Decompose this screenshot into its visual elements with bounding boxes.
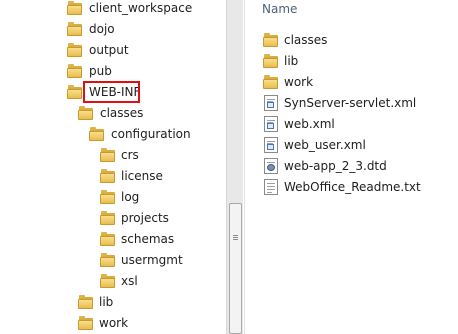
file-item-web-xml[interactable]: web.xml <box>264 114 335 134</box>
tree-item-label: usermgmt <box>121 253 183 267</box>
folder-icon <box>100 190 116 204</box>
tree-item-label: license <box>121 169 163 183</box>
tree-item-label: crs <box>121 148 139 162</box>
tree-scrollbar[interactable] <box>226 0 243 334</box>
folder-icon <box>100 232 116 246</box>
folder-icon <box>100 211 116 225</box>
tree-item-usermgmt[interactable]: usermgmt <box>100 250 183 270</box>
tree-item-label: xsl <box>121 274 138 288</box>
tree-item-label: pub <box>89 64 112 78</box>
tree-item-work[interactable]: work <box>78 313 128 333</box>
folder-icon <box>100 169 116 183</box>
name-column-header[interactable]: Name <box>262 2 297 16</box>
file-item-web-user-xml[interactable]: web_user.xml <box>264 135 366 155</box>
file-item-work[interactable]: work <box>263 72 313 92</box>
folder-icon <box>100 148 116 162</box>
tree-item-label: dojo <box>89 22 115 36</box>
xml-file-icon <box>264 95 278 111</box>
grip-line <box>233 237 238 238</box>
tree-item-license[interactable]: license <box>100 166 163 186</box>
tree-item-label: client_workspace <box>89 1 193 15</box>
tree-item-label: schemas <box>121 232 175 246</box>
scrollbar-thumb[interactable] <box>229 203 242 334</box>
file-item-synserver-servlet[interactable]: SynServer-servlet.xml <box>264 93 416 113</box>
tree-item-label: lib <box>99 295 114 309</box>
folder-icon <box>67 22 83 36</box>
file-item-label: lib <box>284 54 299 68</box>
folder-icon <box>100 274 116 288</box>
file-item-weboffice-readme[interactable]: WebOffice_Readme.txt <box>264 177 421 197</box>
file-item-label: web_user.xml <box>284 138 366 152</box>
folder-icon <box>78 295 94 309</box>
text-file-icon <box>264 179 278 195</box>
dtd-file-icon <box>264 158 278 174</box>
xml-file-icon <box>264 137 278 153</box>
file-item-label: WebOffice_Readme.txt <box>284 180 421 194</box>
tree-item-label: log <box>121 190 140 204</box>
tree-item-label: projects <box>121 211 169 225</box>
folder-icon <box>67 1 83 15</box>
tree-item-dojo[interactable]: dojo <box>67 19 115 39</box>
file-item-classes[interactable]: classes <box>263 30 327 50</box>
xml-file-icon <box>264 116 278 132</box>
file-item-web-app-dtd[interactable]: web-app_2_3.dtd <box>264 156 387 176</box>
folder-icon <box>100 253 116 267</box>
folder-tree: client_workspace dojo output pub WEB-INF… <box>0 0 226 334</box>
folder-icon <box>78 316 94 330</box>
tree-item-configuration[interactable]: configuration <box>89 124 191 144</box>
tree-item-schemas[interactable]: schemas <box>100 229 174 249</box>
tree-item-label: output <box>89 43 129 57</box>
folder-icon <box>89 127 105 141</box>
file-item-label: web.xml <box>284 117 335 131</box>
tree-item-log[interactable]: log <box>100 187 139 207</box>
folder-icon <box>78 106 94 120</box>
tree-item-crs[interactable]: crs <box>100 145 139 165</box>
highlight-box <box>83 81 140 103</box>
folder-icon <box>67 85 83 99</box>
folder-icon <box>263 54 279 68</box>
file-item-label: classes <box>284 33 328 47</box>
tree-item-client-workspace[interactable]: client_workspace <box>67 0 192 18</box>
tree-item-lib[interactable]: lib <box>78 292 113 312</box>
file-item-label: work <box>284 75 314 89</box>
tree-item-label: classes <box>100 106 144 120</box>
tree-item-classes[interactable]: classes <box>78 103 143 123</box>
folder-icon <box>67 64 83 78</box>
tree-item-pub[interactable]: pub <box>67 61 112 81</box>
tree-item-projects[interactable]: projects <box>100 208 169 228</box>
tree-item-label: configuration <box>111 127 191 141</box>
file-item-label: SynServer-servlet.xml <box>284 96 417 110</box>
file-item-lib[interactable]: lib <box>263 51 298 71</box>
folder-icon <box>263 75 279 89</box>
file-item-label: web-app_2_3.dtd <box>284 159 387 173</box>
grip-line <box>233 239 238 240</box>
folder-icon <box>263 33 279 47</box>
tree-item-output[interactable]: output <box>67 40 129 60</box>
folder-icon <box>67 43 83 57</box>
grip-line <box>233 235 238 236</box>
tree-item-label: work <box>99 316 129 330</box>
tree-item-xsl[interactable]: xsl <box>100 271 138 291</box>
